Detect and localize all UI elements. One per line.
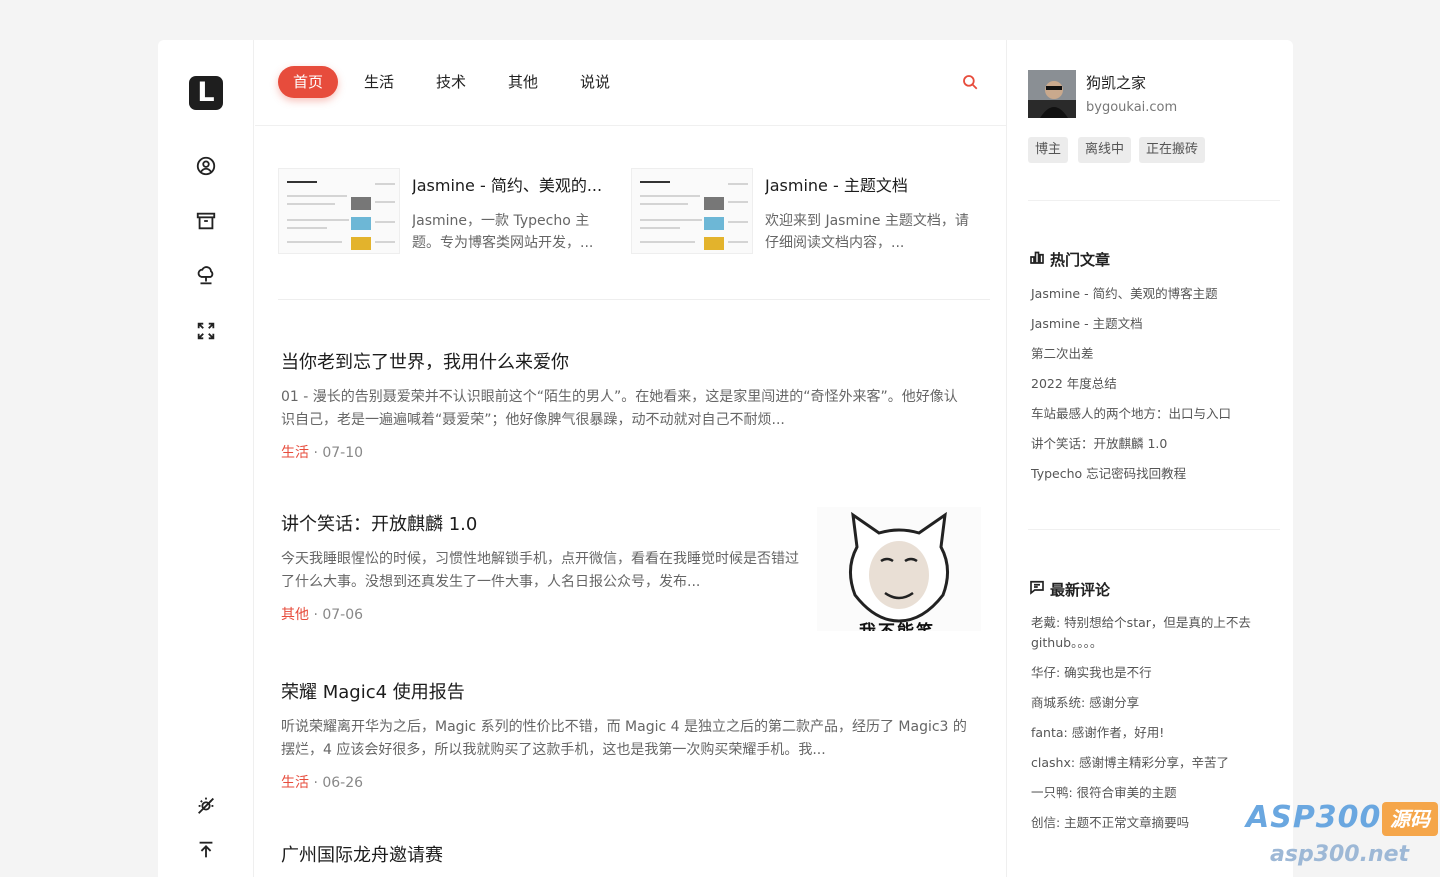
post-date: · 07-06	[313, 607, 364, 623]
featured-card[interactable]: Jasmine - 主题文档 欢迎来到 Jasmine 主题文档，请仔细阅读文档…	[631, 168, 971, 256]
main-content: 首页 生活 技术 其他 说说 Jasmine - 简约、美观的... Jasmi…	[255, 40, 1007, 877]
watermark-tag: 源码	[1382, 802, 1438, 836]
comment-item[interactable]: 商城系统: 感谢分享	[1031, 693, 1271, 713]
watermark-brand: ASP300	[1246, 800, 1382, 835]
status-badge: 博主	[1028, 137, 1069, 163]
author-site[interactable]: bygoukai.com	[1086, 100, 1177, 115]
section-divider	[278, 299, 990, 300]
bar-chart-icon	[1028, 248, 1046, 270]
archive-icon[interactable]	[194, 209, 218, 233]
sidebar-divider	[1028, 529, 1280, 530]
hot-post-link[interactable]: Jasmine - 主题文档	[1031, 314, 1271, 334]
post-meta: 其他 · 07-06	[281, 604, 811, 624]
featured-thumbnail	[631, 168, 753, 254]
tab-tech[interactable]: 技术	[427, 66, 475, 98]
featured-title: Jasmine - 主题文档	[765, 176, 908, 195]
icon-rail: L	[158, 40, 254, 877]
hot-post-link[interactable]: 车站最感人的两个地方：出口与入口	[1031, 404, 1271, 424]
comment-item[interactable]: 创信: 主题不正常文章摘要吗	[1031, 813, 1271, 833]
sun-off-icon[interactable]	[194, 793, 218, 817]
comment-item[interactable]: 老戴: 特别想给个star，但是真的上不去github。。。。	[1031, 613, 1271, 653]
comments-heading: 最新评论	[1028, 578, 1110, 600]
user-circle-icon[interactable]	[194, 154, 218, 178]
post-item[interactable]: 当你老到忘了世界，我用什么来爱你 01 - 漫长的告别聂爱荣并不认识眼前这个“陌…	[281, 348, 971, 462]
post-category[interactable]: 生活	[281, 445, 309, 461]
hot-post-link[interactable]: 第二次出差	[1031, 344, 1271, 364]
post-meta: 生活 · 06-26	[281, 772, 971, 792]
featured-thumbnail	[278, 168, 400, 254]
meme-face-image	[849, 511, 949, 623]
hot-posts-list: Jasmine - 简约、美观的博客主题 Jasmine - 主题文档 第二次出…	[1031, 284, 1271, 494]
tab-home[interactable]: 首页	[278, 66, 338, 98]
post-title[interactable]: 当你老到忘了世界，我用什么来爱你	[281, 348, 971, 374]
featured-desc: 欢迎来到 Jasmine 主题文档，请仔细阅读文档内容，...	[765, 213, 969, 251]
shuffle-icon[interactable]	[194, 319, 218, 343]
post-date: · 07-10	[313, 445, 364, 461]
hot-post-link[interactable]: 讲个笑话：开放麒麟 1.0	[1031, 434, 1271, 454]
post-title[interactable]: 讲个笑话：开放麒麟 1.0	[281, 510, 811, 536]
hot-posts-heading: 热门文章	[1028, 248, 1110, 270]
meme-caption: 我不能笑	[859, 617, 935, 631]
post-title[interactable]: 广州国际龙舟邀请赛	[281, 841, 971, 867]
comment-item[interactable]: 一只鸭: 很符合审美的主题	[1031, 783, 1271, 803]
cloud-link-icon[interactable]	[194, 264, 218, 288]
hot-post-link[interactable]: 2022 年度总结	[1031, 374, 1271, 394]
back-to-top-icon[interactable]	[194, 838, 218, 862]
search-icon[interactable]	[961, 73, 979, 91]
post-item[interactable]: 广州国际龙舟邀请赛	[281, 841, 971, 867]
author-name[interactable]: 狗凯之家	[1086, 72, 1146, 93]
post-excerpt: 听说荣耀离开华为之后，Magic 系列的性价比不错，而 Magic 4 是独立之…	[281, 719, 967, 758]
hot-post-link[interactable]: Typecho 忘记密码找回教程	[1031, 464, 1271, 484]
post-item[interactable]: 荣耀 Magic4 使用报告 听说荣耀离开华为之后，Magic 系列的性价比不错…	[281, 678, 971, 792]
hot-posts-title: 热门文章	[1050, 250, 1111, 269]
post-date: · 06-26	[313, 775, 364, 791]
sidebar-divider	[1028, 200, 1280, 201]
post-category[interactable]: 生活	[281, 775, 309, 791]
tab-life[interactable]: 生活	[355, 66, 403, 98]
comment-item[interactable]: fanta: 感谢作者，好用!	[1031, 723, 1271, 743]
post-excerpt: 01 - 漫长的告别聂爱荣并不认识眼前这个“陌生的男人”。在她看来，这是家里闯进…	[281, 389, 958, 428]
comment-icon	[1028, 578, 1046, 600]
post-item[interactable]: 讲个笑话：开放麒麟 1.0 今天我睡眼惺忪的时候，习惯性地解锁手机，点开微信，看…	[281, 510, 811, 624]
post-meta: 生活 · 07-10	[281, 442, 971, 462]
post-excerpt: 今天我睡眼惺忪的时候，习惯性地解锁手机，点开微信，看看在我睡觉时候是否错过了什么…	[281, 551, 799, 590]
post-category[interactable]: 其他	[281, 607, 309, 623]
comment-item[interactable]: 华仔: 确实我也是不行	[1031, 663, 1271, 683]
site-logo[interactable]: L	[189, 76, 223, 110]
avatar[interactable]	[1028, 70, 1076, 118]
featured-title: Jasmine - 简约、美观的...	[412, 176, 603, 195]
status-badge: 正在搬砖	[1139, 137, 1206, 163]
tab-moments[interactable]: 说说	[571, 66, 619, 98]
featured-desc: Jasmine，一款 Typecho 主题。专为博客类网站开发，...	[412, 213, 594, 251]
top-nav: 首页 生活 技术 其他 说说	[255, 40, 1006, 126]
comments-title: 最新评论	[1050, 580, 1111, 599]
comment-item[interactable]: clashx: 感谢博主精彩分享，辛苦了	[1031, 753, 1271, 773]
hot-post-link[interactable]: Jasmine - 简约、美观的博客主题	[1031, 284, 1271, 304]
post-thumbnail[interactable]: 我不能笑	[817, 507, 981, 631]
status-badge: 离线中	[1078, 137, 1132, 163]
featured-card[interactable]: Jasmine - 简约、美观的... Jasmine，一款 Typecho 主…	[278, 168, 618, 256]
right-sidebar: 狗凯之家 bygoukai.com 博主 离线中 正在搬砖 热门文章 Jasmi…	[1008, 40, 1293, 877]
watermark-url: asp300.net	[1270, 842, 1410, 867]
comments-list: 老戴: 特别想给个star，但是真的上不去github。。。。 华仔: 确实我也…	[1031, 613, 1271, 843]
tab-other[interactable]: 其他	[499, 66, 547, 98]
post-title[interactable]: 荣耀 Magic4 使用报告	[281, 678, 971, 704]
